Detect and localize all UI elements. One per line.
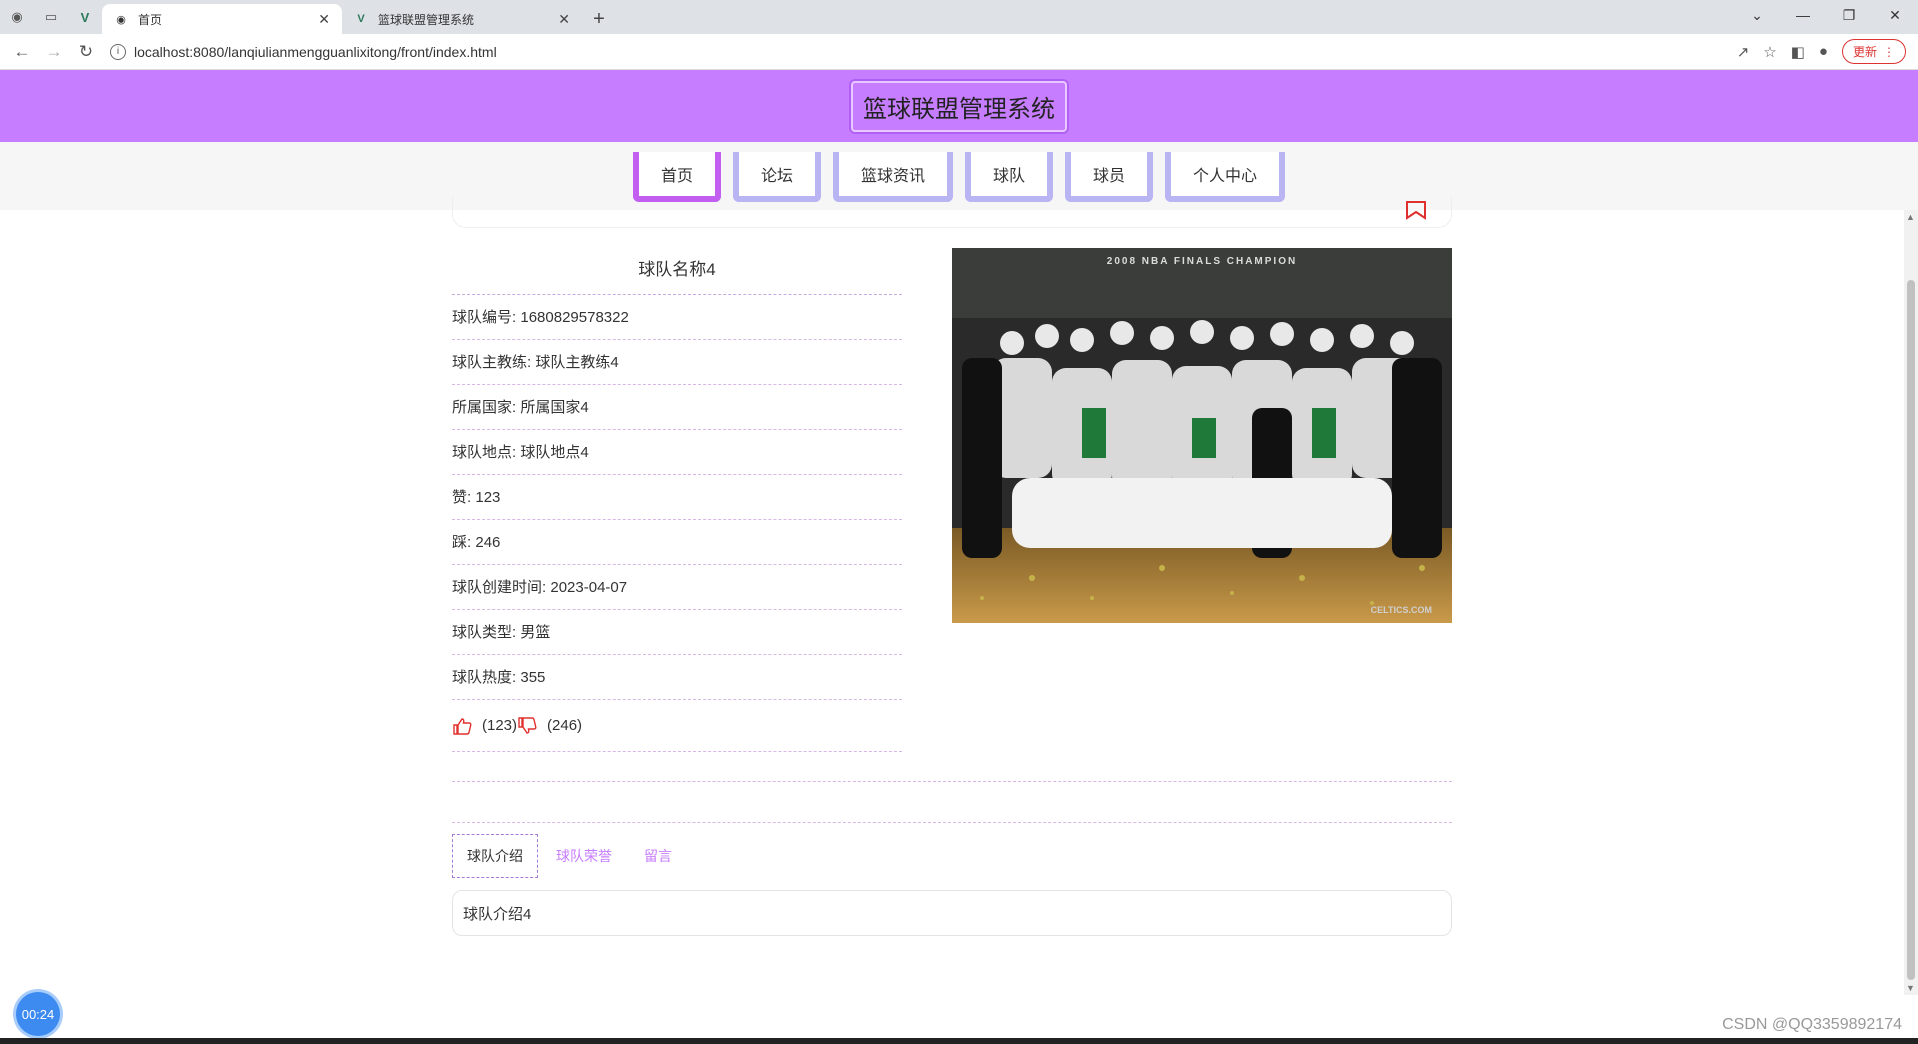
profile-icon[interactable]: ● (1819, 43, 1828, 60)
field-label: 球队地点 (452, 444, 520, 461)
info-row-location: 球队地点球队地点4 (452, 430, 902, 475)
field-value: 123 (475, 489, 501, 506)
reload-button[interactable]: ↻ (70, 36, 102, 68)
update-button[interactable]: 更新 ⋮ (1841, 39, 1906, 64)
intro-content: 球队介绍4 (452, 890, 1452, 936)
field-value: 球队主教练4 (535, 354, 619, 371)
field-label: 球队主教练 (452, 354, 535, 371)
info-row-coach: 球队主教练球队主教练4 (452, 340, 902, 385)
minimize-button[interactable]: — (1780, 0, 1826, 30)
vue-icon[interactable]: V (68, 0, 102, 34)
browser-tab-home[interactable]: ◉ 首页 ✕ (102, 4, 342, 34)
nav-news[interactable]: 篮球资讯 (832, 152, 953, 202)
vote-row: (123) (246) (452, 700, 902, 752)
field-value: 1680829578322 (520, 309, 629, 326)
thumbs-down-icon[interactable] (517, 716, 537, 735)
info-row-dislikes: 踩246 (452, 520, 902, 565)
dislike-count: (246) (547, 717, 583, 734)
scroll-up-icon[interactable]: ▲ (1906, 212, 1915, 222)
url-field[interactable]: i localhost:8080/lanqiulianmengguanlixit… (110, 43, 1737, 60)
restore-button[interactable]: ❐ (1826, 0, 1872, 30)
field-label: 球队类型 (452, 624, 520, 641)
browser-tab-bar: ◉ ▭ V ◉ 首页 ✕ V 篮球联盟管理系统 ✕ + ⌄ — ❐ ✕ (0, 0, 1918, 34)
forward-button[interactable]: → (38, 36, 70, 68)
window-controls: ⌄ — ❐ ✕ (1734, 0, 1918, 30)
content-tabs: 球队介绍 球队荣誉 留言 (452, 834, 690, 878)
tab-team-honors[interactable]: 球队荣誉 (542, 834, 626, 878)
tab-team-intro[interactable]: 球队介绍 (452, 834, 538, 878)
team-name: 球队名称4 (452, 248, 902, 295)
close-window-button[interactable]: ✕ (1872, 0, 1918, 30)
scroll-thumb[interactable] (1907, 280, 1915, 980)
photo-credit-text: CELTICS.COM (1371, 605, 1432, 615)
field-value: 球队地点4 (520, 444, 589, 461)
team-info: 球队名称4 球队编号1680829578322 球队主教练球队主教练4 所属国家… (452, 248, 902, 752)
chevron-down-icon[interactable]: ⌄ (1734, 0, 1780, 30)
field-value: 所属国家4 (520, 399, 589, 416)
like-count: (123) (482, 717, 518, 734)
divider (452, 822, 1452, 823)
more-icon: ⋮ (1883, 44, 1895, 59)
info-row-created: 球队创建时间2023-04-07 (452, 565, 902, 610)
vue-icon: V (357, 13, 365, 25)
field-value: 2023-04-07 (550, 579, 628, 596)
page-scrollbar[interactable]: ▲ ▼ (1904, 210, 1918, 995)
field-label: 球队热度 (452, 669, 520, 686)
tab-comments[interactable]: 留言 (630, 834, 686, 878)
new-tab-button[interactable]: + (582, 4, 616, 34)
share-icon[interactable]: ↗ (1737, 43, 1750, 61)
detail-top-strip (452, 196, 1452, 228)
bottom-bar (0, 1038, 1918, 1044)
globe-icon: ◉ (116, 13, 126, 26)
info-icon[interactable]: i (110, 43, 126, 60)
thumbs-up-icon[interactable] (452, 717, 472, 735)
url-text[interactable]: localhost:8080/lanqiulianmengguanlixiton… (134, 44, 497, 60)
field-value: 246 (475, 534, 501, 551)
site-title: 篮球联盟管理系统 (851, 80, 1067, 132)
info-row-id: 球队编号1680829578322 (452, 295, 902, 340)
close-icon[interactable]: ✕ (558, 11, 570, 28)
browser-tab-system[interactable]: V 篮球联盟管理系统 ✕ (342, 4, 582, 34)
tab-title: 首页 (138, 12, 163, 27)
bookmark-icon[interactable] (1405, 200, 1427, 220)
field-label: 所属国家 (452, 399, 520, 416)
globe-icon[interactable]: ◉ (0, 0, 34, 34)
nav-forum[interactable]: 论坛 (732, 152, 821, 202)
recording-timer: 00:24 (16, 992, 60, 1036)
nav-players[interactable]: 球员 (1065, 152, 1154, 202)
nav-teams[interactable]: 球队 (965, 152, 1054, 202)
photo-banner-text: 2008 NBA FINALS CHAMPION (1107, 256, 1297, 267)
scroll-down-icon[interactable]: ▼ (1906, 983, 1915, 993)
address-bar: ← → ↻ i localhost:8080/lanqiulianmenggua… (0, 34, 1918, 70)
field-label: 球队创建时间 (452, 579, 550, 596)
sidebar-icon[interactable]: ◧ (1791, 43, 1805, 61)
info-row-heat: 球队热度355 (452, 655, 902, 700)
nav-profile[interactable]: 个人中心 (1165, 152, 1286, 202)
back-button[interactable]: ← (6, 36, 38, 68)
field-label: 球队编号 (452, 309, 520, 326)
nav-home[interactable]: 首页 (632, 152, 721, 202)
divider (452, 781, 1452, 782)
field-label: 踩 (452, 534, 475, 551)
update-label: 更新 (1852, 45, 1877, 59)
star-icon[interactable]: ☆ (1763, 43, 1776, 61)
site-header: 篮球联盟管理系统 (0, 70, 1918, 142)
field-value: 355 (520, 669, 546, 686)
tab-title: 篮球联盟管理系统 (378, 12, 475, 27)
close-icon[interactable]: ✕ (318, 11, 330, 28)
watermark: CSDN @QQ3359892174 (1722, 1016, 1902, 1033)
info-row-likes: 赞123 (452, 475, 902, 520)
field-value: 男篮 (520, 624, 551, 641)
info-row-country: 所属国家所属国家4 (452, 385, 902, 430)
blank-tab-icon[interactable]: ▭ (34, 0, 68, 34)
info-row-type: 球队类型男篮 (452, 610, 902, 655)
team-photo: 2008 NBA FINALS CHAMPION CELTICS.COM (952, 248, 1452, 623)
field-label: 赞 (452, 489, 475, 506)
